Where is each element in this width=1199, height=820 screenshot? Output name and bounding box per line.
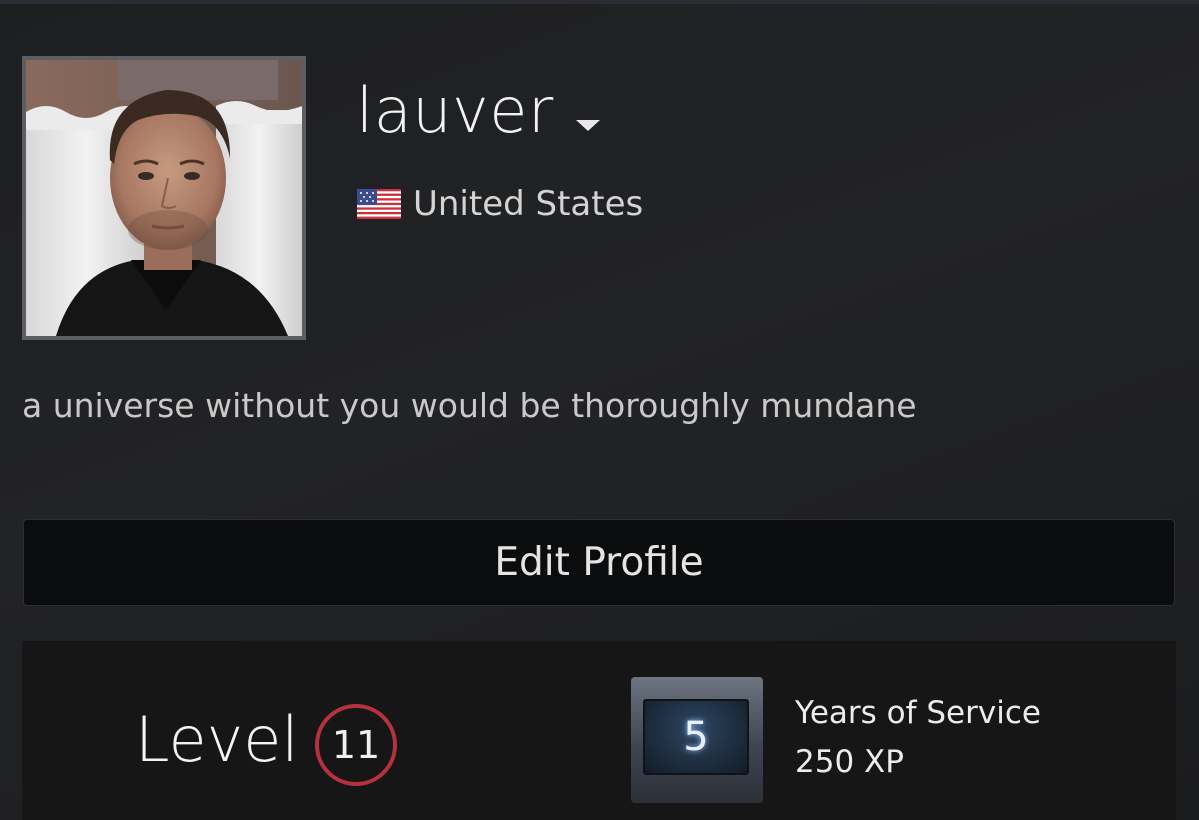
level-label: Level xyxy=(135,703,299,776)
us-flag-icon xyxy=(357,189,401,219)
avatar[interactable] xyxy=(22,56,306,340)
badge-name[interactable]: Years of Service xyxy=(795,695,1041,731)
badge-number: 5 xyxy=(643,699,749,775)
location-text: United States xyxy=(413,184,644,224)
level-panel: Level 11 5 Years of Service 250 XP xyxy=(22,641,1176,820)
top-border xyxy=(0,0,1199,4)
persona-name-row: lauver xyxy=(356,80,600,142)
avatar-image xyxy=(26,60,302,336)
badge-xp: 250 XP xyxy=(795,744,904,780)
profile-summary: a universe without you would be thorough… xyxy=(22,386,917,425)
persona-name: lauver xyxy=(356,74,554,147)
level-value: 11 xyxy=(331,723,381,767)
caret-down-icon[interactable] xyxy=(575,119,600,131)
location: United States xyxy=(357,184,643,224)
edit-profile-button[interactable]: Edit Profile xyxy=(23,519,1175,606)
years-of-service-badge-icon[interactable]: 5 xyxy=(631,677,763,803)
level-badge[interactable]: 11 xyxy=(315,704,397,786)
profile-page: lauver United States a universe without … xyxy=(0,0,1199,820)
